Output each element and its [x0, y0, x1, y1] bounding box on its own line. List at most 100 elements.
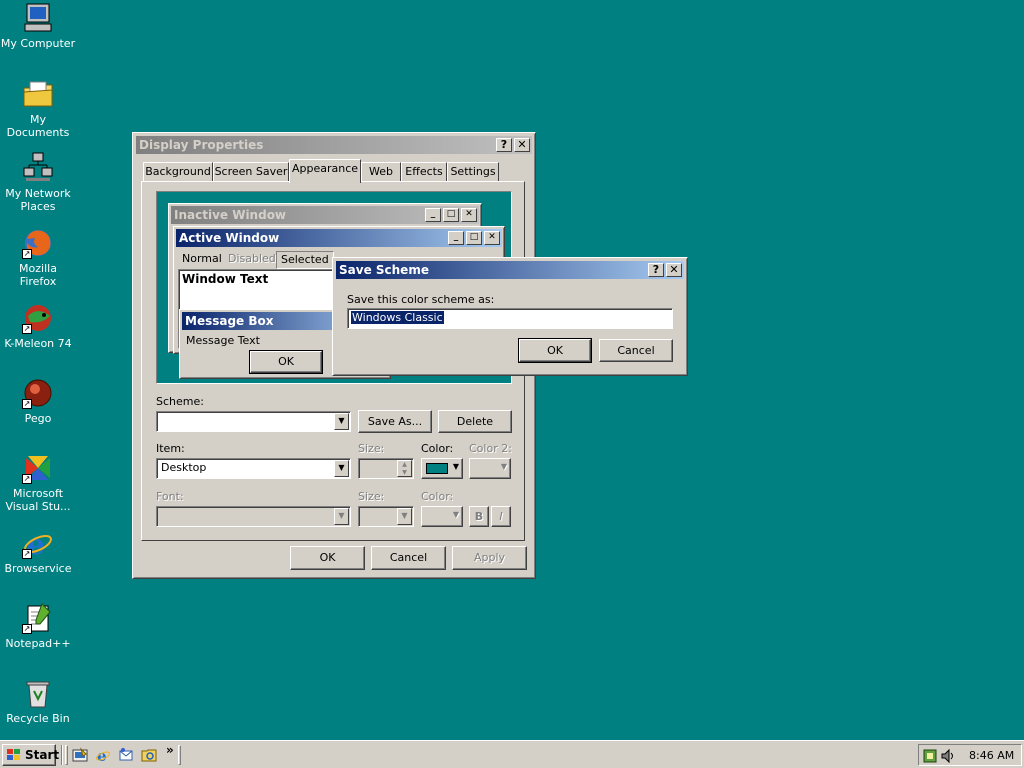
tab-effects[interactable]: Effects: [401, 162, 447, 182]
italic-button: I: [491, 506, 511, 527]
preview-inactive-titlebar: Inactive Window _ □ ✕: [171, 206, 479, 224]
tab-screen-saver[interactable]: Screen Saver: [213, 162, 289, 182]
ie-icon[interactable]: e: [95, 747, 111, 765]
preview-window-text: Window Text: [182, 272, 269, 286]
cancel-button[interactable]: Cancel: [371, 546, 446, 570]
tray-app-icon[interactable]: [922, 748, 938, 764]
desktop-icon-k-meleon[interactable]: ↗ K-Meleon 74: [0, 302, 76, 350]
desktop-icon-recycle-bin[interactable]: Recycle Bin: [0, 677, 76, 725]
network-icon: [22, 152, 54, 184]
minimize-icon: _: [425, 208, 441, 222]
close-icon: ✕: [484, 231, 500, 245]
preview-message-text: Message Text: [186, 334, 260, 347]
item-color-button[interactable]: ▼: [421, 458, 463, 479]
preview-active-title: Active Window: [179, 231, 280, 245]
shortcut-arrow-icon: ↗: [22, 399, 32, 409]
item-size-spinner: ▲ ▼: [358, 458, 414, 479]
desktop-icon-pego[interactable]: ↗ Pego: [0, 377, 76, 425]
font-color-label: Color:: [421, 490, 454, 503]
system-tray: 8:46 AM: [918, 744, 1022, 766]
visual-studio-icon: ↗: [22, 452, 54, 484]
chevron-down-icon[interactable]: ▼: [334, 460, 349, 477]
save-scheme-dialog: Save Scheme ? ✕ Save this color scheme a…: [332, 257, 688, 376]
preview-inactive-title: Inactive Window: [174, 208, 287, 222]
delete-button[interactable]: Delete: [438, 410, 512, 433]
save-scheme-ok-button[interactable]: OK: [518, 338, 592, 363]
chevron-down-icon: ▼: [334, 508, 349, 525]
maximize-icon: □: [443, 208, 459, 222]
start-label: Start: [25, 748, 60, 762]
save-as-button[interactable]: Save As...: [358, 410, 432, 433]
outlook-icon[interactable]: [118, 747, 134, 763]
tab-settings[interactable]: Settings: [447, 162, 499, 182]
windows-logo-icon: [6, 748, 22, 762]
start-button[interactable]: Start: [2, 744, 60, 766]
folder-icon: [22, 78, 54, 110]
help-button[interactable]: ?: [648, 263, 664, 277]
apply-button: Apply: [452, 546, 527, 570]
tab-web[interactable]: Web: [361, 162, 401, 182]
quick-launch-grip[interactable]: [65, 745, 68, 765]
desktop-icon-visual-studio[interactable]: ↗ Microsoft Visual Stu...: [0, 452, 76, 513]
chevron-down-icon[interactable]: ▼: [334, 413, 349, 430]
taskbar: Start e » 8:46 AM: [0, 740, 1024, 768]
scheme-dropdown[interactable]: ▼: [156, 411, 351, 432]
desktop-icon-my-network-places[interactable]: My Network Places: [0, 152, 76, 213]
clock[interactable]: 8:46 AM: [969, 749, 1014, 762]
shortcut-arrow-icon: ↗: [22, 624, 32, 634]
scheme-name-input[interactable]: Windows Classic: [347, 308, 673, 329]
close-button[interactable]: ✕: [666, 263, 682, 277]
item-color2-label: Color 2:: [469, 442, 512, 455]
ok-button[interactable]: OK: [290, 546, 365, 570]
shortcut-arrow-icon: ↗: [22, 474, 32, 484]
preview-menu-selected: Selected: [276, 251, 334, 269]
firefox-icon: ↗: [22, 227, 54, 259]
preview-active-titlebar: Active Window _ □ ✕: [176, 229, 502, 247]
chevron-down-icon: ▼: [397, 508, 412, 525]
desktop-icon-browservice[interactable]: e ↗ Browservice: [0, 527, 76, 575]
tab-appearance[interactable]: Appearance: [289, 159, 361, 183]
display-properties-titlebar[interactable]: Display Properties ? ✕: [136, 136, 532, 154]
font-color-button: ▼: [421, 506, 463, 527]
desktop-icon-my-computer[interactable]: My Computer: [0, 2, 76, 50]
save-scheme-cancel-button[interactable]: Cancel: [599, 339, 673, 362]
font-dropdown: ▼: [156, 506, 351, 527]
item-size-label: Size:: [358, 442, 385, 455]
volume-icon[interactable]: [940, 748, 956, 764]
item-dropdown[interactable]: Desktop ▼: [156, 458, 351, 479]
desktop-icon-mozilla-firefox[interactable]: ↗ Mozilla Firefox: [0, 227, 76, 288]
close-icon: ✕: [461, 208, 477, 222]
chevron-down-icon: ▼: [452, 462, 459, 471]
font-label: Font:: [156, 490, 184, 503]
preview-ok-button: OK: [249, 350, 323, 374]
ie-icon: e ↗: [22, 527, 54, 561]
save-scheme-title: Save Scheme: [339, 263, 429, 277]
desktop-icon-my-documents[interactable]: My Documents: [0, 78, 76, 139]
tab-background[interactable]: Background: [143, 162, 213, 182]
scheme-name-value: Windows Classic: [351, 311, 444, 324]
preview-message-box-title: Message Box: [185, 314, 274, 328]
item-color2-button: ▼: [469, 458, 511, 479]
desktop-icon-notepad-plus-plus[interactable]: ↗ Notepad++: [0, 602, 76, 650]
taskbar-separator: [61, 745, 63, 765]
save-scheme-titlebar[interactable]: Save Scheme ? ✕: [336, 261, 684, 279]
explorer-icon[interactable]: [141, 747, 157, 763]
taskbar-grip[interactable]: [178, 745, 181, 765]
spinner-arrows-icon: ▲ ▼: [397, 460, 412, 477]
chevron-down-icon: ▼: [452, 510, 459, 519]
show-desktop-icon[interactable]: [72, 747, 88, 763]
pego-icon: ↗: [22, 377, 54, 409]
color-swatch: [426, 463, 448, 474]
scheme-label: Scheme:: [156, 395, 204, 408]
notepad-icon: ↗: [22, 602, 54, 634]
quick-launch-chevron[interactable]: »: [166, 743, 174, 757]
recycle-bin-icon: [22, 677, 54, 709]
maximize-icon: □: [466, 231, 482, 245]
font-size-label: Size:: [358, 490, 385, 503]
help-button[interactable]: ?: [496, 138, 512, 152]
computer-icon: [22, 2, 54, 34]
save-scheme-prompt: Save this color scheme as:: [347, 293, 495, 306]
shortcut-arrow-icon: ↗: [22, 549, 32, 559]
close-button[interactable]: ✕: [514, 138, 530, 152]
item-dropdown-value: Desktop: [161, 461, 207, 474]
